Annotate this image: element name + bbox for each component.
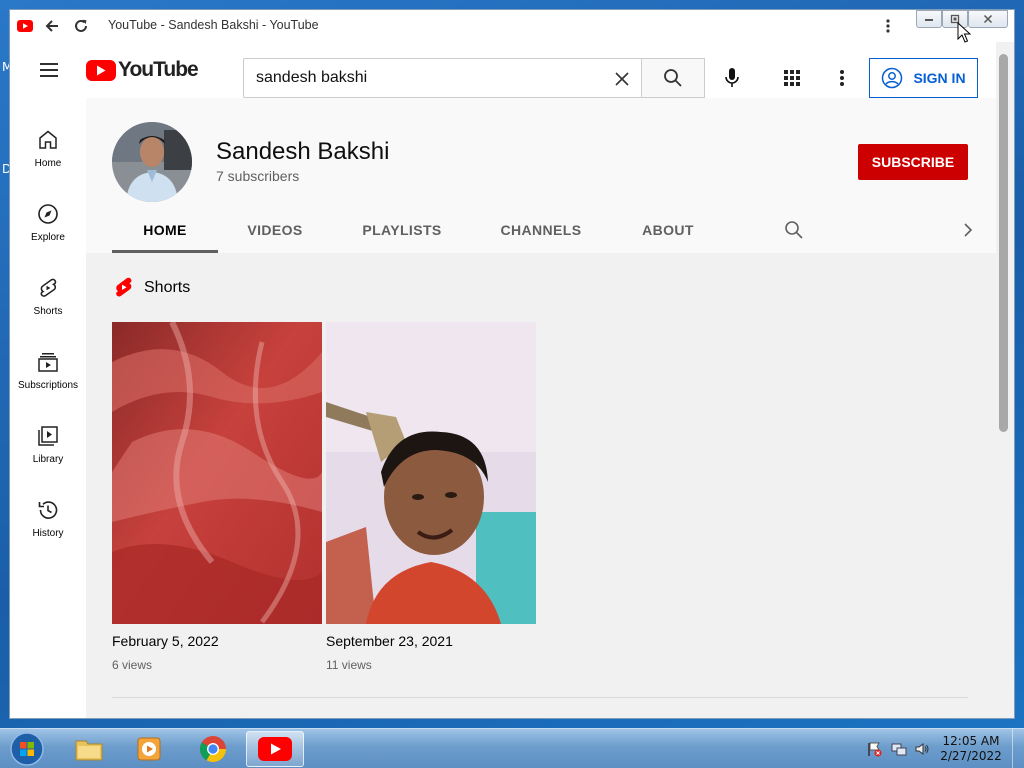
sign-in-button[interactable]: SIGN IN	[869, 58, 978, 98]
tab-playlists[interactable]: PLAYLISTS	[338, 208, 466, 253]
search-box	[243, 58, 641, 98]
page-scrollbar[interactable]	[996, 42, 1014, 718]
shorts-icon	[40, 278, 57, 297]
chrome-taskbar-icon[interactable]	[184, 731, 242, 767]
back-arrow-icon[interactable]	[43, 17, 61, 35]
taskbar: 12:05 AM 2/27/2022	[0, 728, 1024, 768]
sidebar-item-shorts[interactable]: Shorts	[10, 262, 86, 332]
close-icon[interactable]	[612, 69, 632, 89]
channel-content: Shorts February 5, 2022 6 views Septembe…	[86, 253, 996, 718]
channel-avatar[interactable]	[112, 122, 192, 202]
window-title: YouTube - Sandesh Bakshi - YouTube	[108, 18, 319, 32]
minimize-button[interactable]	[916, 10, 942, 28]
short-date: February 5, 2022	[112, 633, 219, 649]
short-date: September 23, 2021	[326, 633, 453, 649]
tab-home[interactable]: HOME	[112, 208, 218, 253]
sidebar-item-label: Library	[32, 454, 64, 465]
title-bar: YouTube - Sandesh Bakshi - YouTube	[10, 10, 1014, 42]
short-views: 6 views	[112, 658, 153, 672]
volume-icon[interactable]	[914, 741, 930, 757]
logo-text: YouTube	[118, 58, 199, 81]
short-thumbnail[interactable]	[326, 322, 536, 624]
sidebar-item-label: Subscriptions	[17, 380, 79, 391]
sidebar-item-label: Home	[34, 158, 62, 169]
search-icon	[664, 69, 682, 87]
short-thumbnail[interactable]	[112, 322, 322, 624]
short-item[interactable]: February 5, 2022 6 views	[112, 322, 322, 672]
search-icon[interactable]	[784, 220, 804, 240]
microphone-icon	[725, 68, 739, 87]
short-item[interactable]: September 23, 2021 11 views	[326, 322, 536, 672]
youtube-header: YouTube SIGN IN	[10, 42, 996, 98]
vertical-dots-icon[interactable]	[879, 17, 897, 35]
start-button[interactable]	[8, 731, 46, 767]
network-icon[interactable]	[891, 741, 907, 757]
section-divider	[112, 697, 968, 698]
account-icon	[882, 67, 903, 89]
search-button[interactable]	[641, 58, 705, 98]
chevron-right-icon[interactable]	[958, 220, 978, 240]
youtube-logo[interactable]: YouTube	[86, 58, 199, 82]
tab-channels[interactable]: CHANNELS	[478, 208, 604, 253]
hamburger-menu-icon[interactable]	[40, 63, 58, 77]
mouse-cursor-icon	[957, 22, 971, 43]
sidebar-item-explore[interactable]: Explore	[10, 188, 86, 258]
shorts-section-header: Shorts	[114, 277, 190, 299]
library-icon	[38, 426, 58, 446]
sidebar-item-label: History	[32, 528, 64, 539]
subscriptions-icon	[38, 353, 58, 372]
history-icon	[38, 501, 58, 519]
clock-time: 12:05 AM	[942, 734, 1000, 748]
main-content: Sandesh Bakshi 7 subscribers SUBSCRIBE H…	[86, 98, 996, 718]
youtube-icon	[16, 17, 34, 35]
show-desktop-button[interactable]	[1012, 729, 1024, 768]
subscriber-count: 7 subscribers	[216, 168, 300, 184]
search-input[interactable]	[244, 59, 604, 97]
reload-icon[interactable]	[72, 17, 90, 35]
shorts-logo-icon	[116, 277, 132, 297]
apps-grid-icon[interactable]	[780, 66, 804, 90]
microphone-button[interactable]	[716, 62, 748, 94]
home-icon	[39, 130, 57, 149]
channel-header: Sandesh Bakshi 7 subscribers SUBSCRIBE H…	[86, 98, 996, 253]
channel-name: Sandesh Bakshi	[216, 138, 390, 165]
media-player-taskbar-icon[interactable]	[120, 731, 178, 767]
sidebar-item-library[interactable]: Library	[10, 410, 86, 480]
sidebar-item-history[interactable]: History	[10, 484, 86, 554]
taskbar-clock[interactable]: 12:05 AM 2/27/2022	[936, 734, 1006, 764]
sidebar-item-home[interactable]: Home	[10, 114, 86, 184]
close-button[interactable]	[968, 10, 1008, 28]
action-center-flag-icon[interactable]	[866, 741, 882, 757]
sidebar-item-subscriptions[interactable]: Subscriptions	[10, 336, 86, 406]
compass-icon	[38, 204, 58, 224]
tab-about[interactable]: ABOUT	[616, 208, 720, 253]
browser-window: YouTube - Sandesh Bakshi - YouTube YouTu…	[10, 10, 1014, 718]
sign-in-label: SIGN IN	[913, 70, 966, 86]
tab-videos[interactable]: VIDEOS	[224, 208, 326, 253]
short-views: 11 views	[326, 658, 372, 672]
clock-date: 2/27/2022	[940, 749, 1002, 763]
play-icon	[86, 59, 116, 81]
youtube-taskbar-icon[interactable]	[246, 731, 304, 767]
file-explorer-taskbar-icon[interactable]	[60, 731, 118, 767]
sidebar-item-label: Shorts	[33, 306, 63, 317]
sidebar-item-label: Explore	[31, 232, 65, 243]
settings-dots-icon[interactable]	[830, 66, 854, 90]
shorts-title: Shorts	[144, 279, 191, 296]
subscribe-button[interactable]: SUBSCRIBE	[858, 144, 968, 180]
sidebar: Home Explore Shorts Subscriptions Librar…	[10, 98, 86, 718]
scrollbar-thumb[interactable]	[999, 54, 1008, 432]
